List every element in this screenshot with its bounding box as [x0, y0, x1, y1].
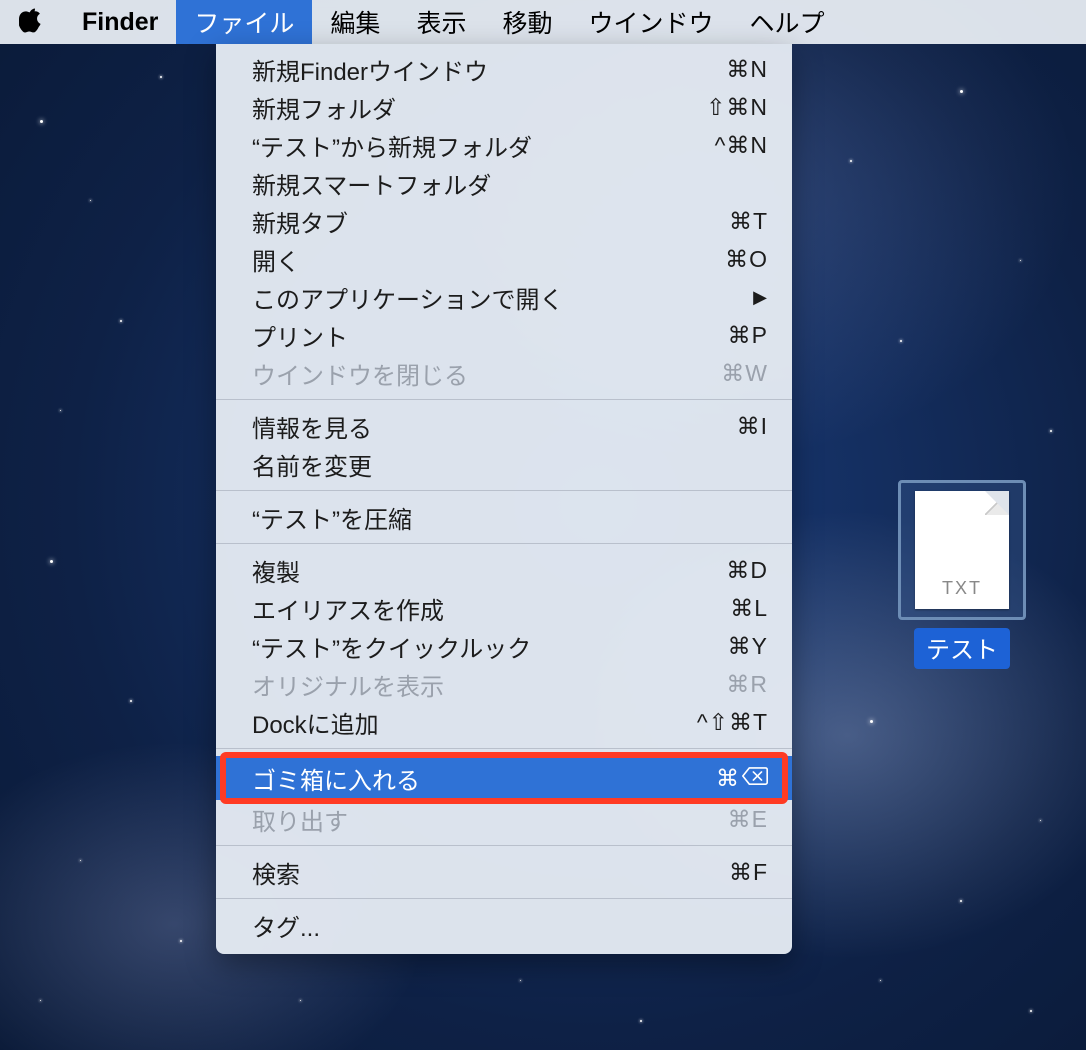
menu-item[interactable]: ゴミ箱に入れる ⌘	[216, 756, 792, 800]
menu-item[interactable]: “テスト”から新規フォルダ ^⌘N	[216, 126, 792, 164]
menu-1[interactable]: 編集	[312, 0, 398, 44]
menu-item-shortcut: ^⇧⌘T	[697, 709, 768, 736]
menu-item-shortcut: ⌘E	[728, 806, 768, 833]
menu-5[interactable]: ヘルプ	[731, 0, 842, 44]
menu-item[interactable]: 新規タブ ⌘T	[216, 202, 792, 240]
menu-item-shortcut: ⌘R	[726, 671, 768, 698]
menu-item: ウインドウを閉じる ⌘W	[216, 354, 792, 392]
app-name[interactable]: Finder	[64, 0, 176, 44]
menu-item-label: Dockに追加	[252, 705, 379, 740]
menu-item-label: 新規タブ	[252, 204, 348, 239]
menu-item[interactable]: Dockに追加 ^⇧⌘T	[216, 703, 792, 741]
menu-separator	[216, 845, 792, 846]
menu-item-label: 新規フォルダ	[252, 90, 396, 125]
menu-item[interactable]: “テスト”をクイックルック ⌘Y	[216, 627, 792, 665]
file-menu-dropdown: 新規Finderウインドウ ⌘N 新規フォルダ ⇧⌘N “テスト”から新規フォルダ ^⌘N…	[216, 44, 792, 954]
menu-item-shortcut: ^⌘N	[715, 132, 768, 159]
menu-item-shortcut: ⌘O	[725, 246, 768, 273]
menu-item-label: 新規スマートフォルダ	[252, 166, 491, 201]
delete-key-icon	[742, 765, 768, 792]
menu-4[interactable]: ウインドウ	[570, 0, 731, 44]
menu-item[interactable]: 名前を変更	[216, 445, 792, 483]
menu-item-label: 取り出す	[252, 802, 348, 837]
menu-item: 取り出す ⌘E	[216, 800, 792, 838]
menu-item-label: 開く	[252, 242, 300, 277]
menu-separator	[216, 898, 792, 899]
menu-item[interactable]: 新規スマートフォルダ	[216, 164, 792, 202]
menu-item-label: “テスト”をクイックルック	[252, 629, 531, 664]
menu-item[interactable]: 複製 ⌘D	[216, 551, 792, 589]
menu-item-label: 新規Finderウインドウ	[252, 52, 488, 87]
menu-item[interactable]: エイリアスを作成 ⌘L	[216, 589, 792, 627]
menu-item-shortcut: ⌘	[716, 765, 768, 792]
menu-0[interactable]: ファイル	[176, 0, 312, 44]
menu-item-shortcut: ⌘N	[726, 56, 768, 83]
menu-item-shortcut: ⌘Y	[728, 633, 768, 660]
menu-separator	[216, 490, 792, 491]
text-document-icon: TXT	[915, 491, 1009, 609]
menu-item-shortcut: ⌘F	[729, 859, 768, 886]
menu-item-shortcut: ⌘D	[726, 557, 768, 584]
menu-item: オリジナルを表示 ⌘R	[216, 665, 792, 703]
file-name-label[interactable]: テスト	[914, 628, 1010, 669]
menu-item-shortcut: ⌘I	[737, 413, 768, 440]
menu-item[interactable]: 検索 ⌘F	[216, 853, 792, 891]
menu-item[interactable]: プリント ⌘P	[216, 316, 792, 354]
menu-item-shortcut: ▶	[753, 287, 768, 308]
menu-item-label: 検索	[252, 855, 300, 890]
menu-item[interactable]: 新規フォルダ ⇧⌘N	[216, 88, 792, 126]
menu-item-shortcut: ⌘W	[721, 360, 768, 387]
menu-item-label: “テスト”から新規フォルダ	[252, 128, 532, 163]
menu-item-shortcut: ⌘T	[729, 208, 768, 235]
menu-item-label: エイリアスを作成	[252, 591, 444, 626]
menu-item-shortcut: ⌘L	[730, 595, 768, 622]
menu-item-label: “テスト”を圧縮	[252, 500, 412, 535]
menu-item-label: 情報を見る	[252, 409, 372, 444]
menu-item[interactable]: タグ...	[216, 906, 792, 944]
menu-item[interactable]: 開く ⌘O	[216, 240, 792, 278]
file-selection-frame: TXT	[898, 480, 1026, 620]
menu-bar: Finder ファイル編集表示移動ウインドウヘルプ	[0, 0, 1086, 44]
menu-item-label: 名前を変更	[252, 447, 372, 482]
menu-item[interactable]: 新規Finderウインドウ ⌘N	[216, 50, 792, 88]
menu-item-shortcut: ⇧⌘N	[706, 94, 768, 121]
apple-menu-icon[interactable]	[0, 0, 64, 45]
menu-3[interactable]: 移動	[484, 0, 570, 44]
menu-item-shortcut: ⌘P	[728, 322, 768, 349]
menu-item-label: このアプリケーションで開く	[252, 280, 564, 315]
document-extension-label: TXT	[915, 578, 1009, 599]
menu-item-label: タグ...	[252, 908, 320, 943]
menu-item-label: ウインドウを閉じる	[252, 356, 468, 391]
submenu-arrow-icon: ▶	[753, 287, 768, 308]
menu-item-label: ゴミ箱に入れる	[252, 761, 420, 796]
menu-2[interactable]: 表示	[398, 0, 484, 44]
menu-item-label: 複製	[252, 553, 300, 588]
menu-separator	[216, 748, 792, 749]
menu-item[interactable]: “テスト”を圧縮	[216, 498, 792, 536]
desktop-file-item[interactable]: TXT テスト	[886, 480, 1038, 669]
menu-separator	[216, 399, 792, 400]
menu-item-label: プリント	[252, 318, 348, 353]
menu-separator	[216, 543, 792, 544]
menu-item[interactable]: 情報を見る ⌘I	[216, 407, 792, 445]
menu-item[interactable]: このアプリケーションで開く ▶	[216, 278, 792, 316]
menu-item-label: オリジナルを表示	[252, 667, 444, 702]
